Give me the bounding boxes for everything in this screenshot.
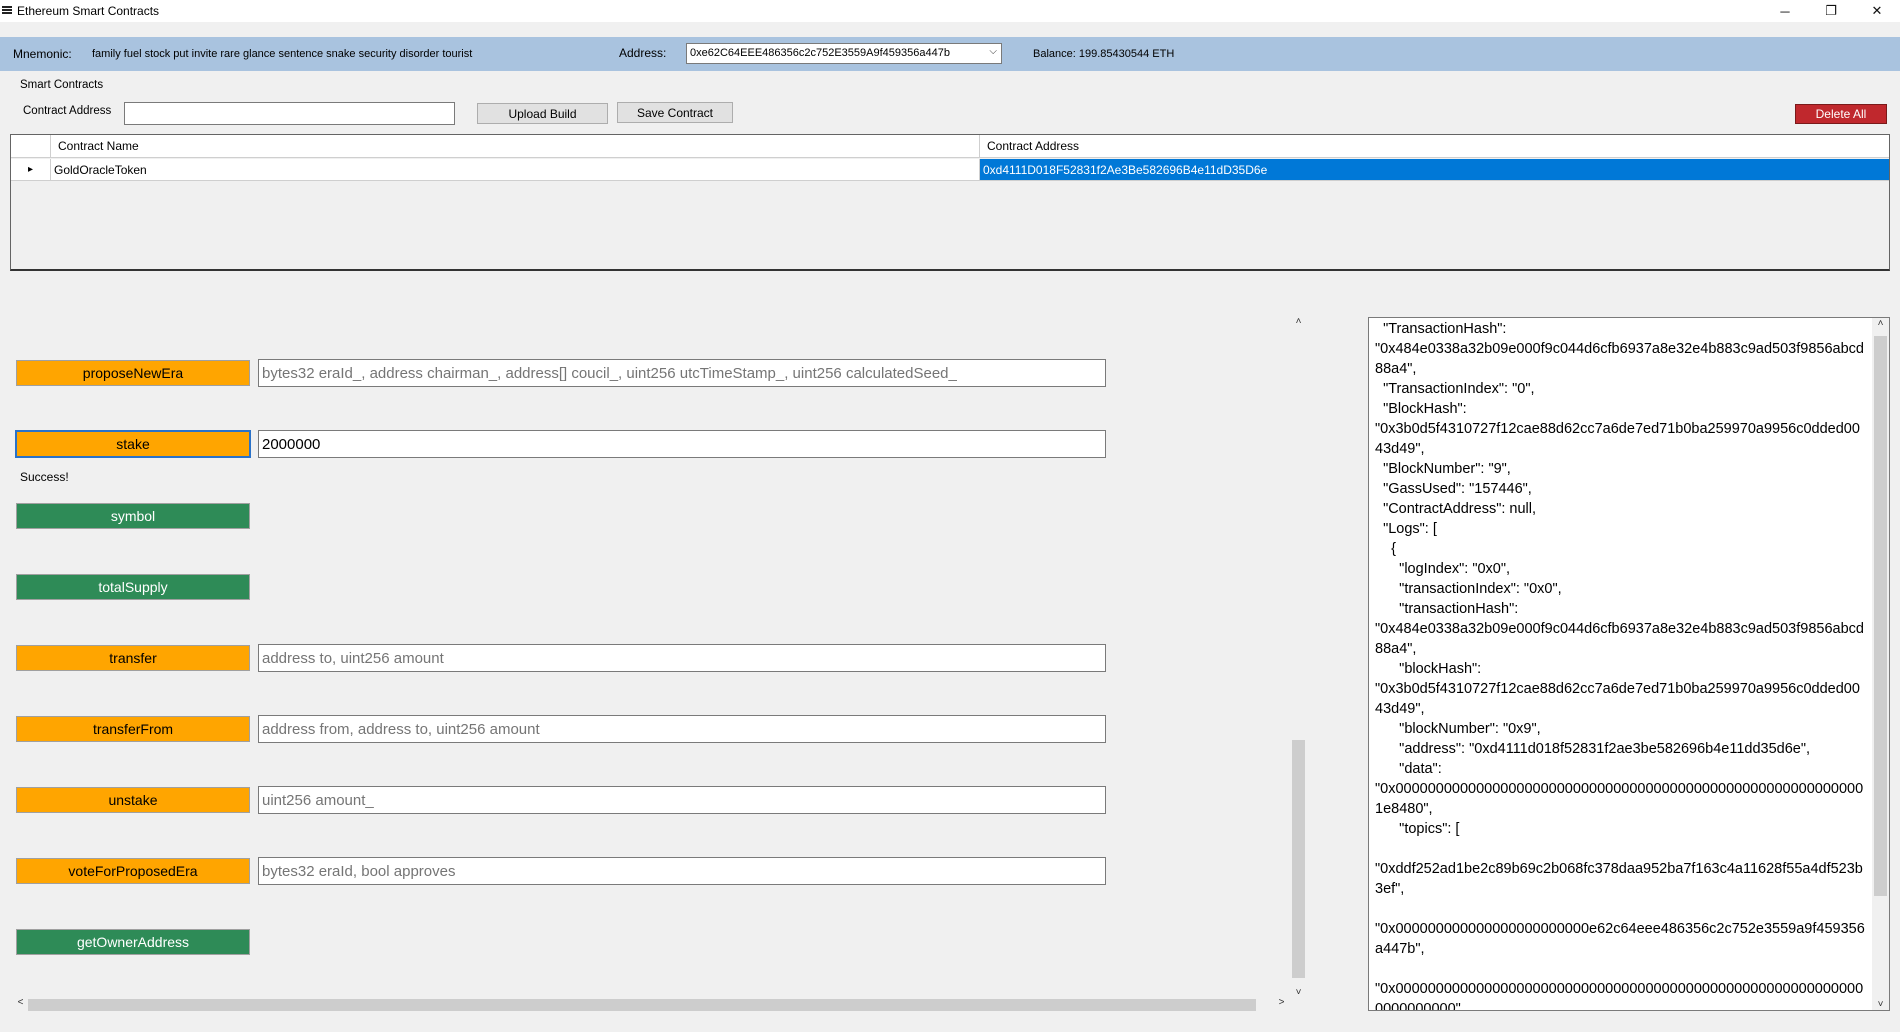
address-select[interactable]: 0xe62C64EEE486356c2c752E3559A9f459356a44… xyxy=(686,43,1002,64)
contract-address-label: Contract Address xyxy=(23,105,112,117)
chevron-down-icon[interactable]: ⌵ xyxy=(989,46,997,57)
transaction-log-text: "TransactionHash": "0x484e0338a32b09e000… xyxy=(1375,321,1865,1011)
smart-contracts-group-label: Smart Contracts xyxy=(20,79,104,91)
fn-button-totalsupply[interactable]: totalSupply xyxy=(16,574,250,600)
delete-all-button[interactable]: Delete All xyxy=(1795,104,1887,124)
grid-header: Contract Name Contract Address xyxy=(11,135,1889,158)
function-panel-horizontal-scrollbar[interactable]: ˂ ˃ xyxy=(12,996,1290,1013)
fn-input-stake[interactable] xyxy=(258,430,1106,458)
row-pointer-icon: ▸ xyxy=(11,159,51,180)
balance-label: Balance: 199.85430544 ETH xyxy=(1033,48,1175,60)
account-bar: Mnemonic: family fuel stock put invite r… xyxy=(0,37,1900,71)
column-header-contract-name[interactable]: Contract Name xyxy=(51,135,980,157)
fn-input-transferfrom[interactable] xyxy=(258,715,1106,743)
address-select-value: 0xe62C64EEE486356c2c752E3559A9f459356a44… xyxy=(690,47,950,59)
log-vertical-scrollbar[interactable]: ˄ ˅ xyxy=(1872,318,1889,1010)
close-icon[interactable]: ✕ xyxy=(1854,0,1900,22)
fn-button-proposenewera[interactable]: proposeNewEra xyxy=(16,360,250,386)
fn-input-proposenewera[interactable] xyxy=(258,359,1106,387)
app-icon xyxy=(2,6,12,16)
row-header-cell xyxy=(11,135,51,157)
scrollbar-thumb[interactable] xyxy=(28,999,1256,1011)
fn-input-transfer[interactable] xyxy=(258,644,1106,672)
scroll-up-icon[interactable]: ˄ xyxy=(1290,316,1307,327)
fn-button-symbol[interactable]: symbol xyxy=(16,503,250,529)
fn-button-getowneraddress[interactable]: getOwnerAddress xyxy=(16,929,250,955)
scroll-down-icon[interactable]: ˅ xyxy=(1872,999,1889,1010)
window-controls: ─ ❐ ✕ xyxy=(1762,0,1900,22)
contracts-grid: Contract Name Contract Address ▸ GoldOra… xyxy=(10,134,1890,271)
window-title: Ethereum Smart Contracts xyxy=(17,4,160,18)
contract-name-cell[interactable]: GoldOracleToken xyxy=(51,159,980,180)
function-panel-vertical-scrollbar[interactable]: ˄ ˅ xyxy=(1290,316,1307,998)
fn-button-unstake[interactable]: unstake xyxy=(16,787,250,813)
fn-button-transfer[interactable]: transfer xyxy=(16,645,250,671)
scroll-down-icon[interactable]: ˅ xyxy=(1290,987,1307,998)
table-row[interactable]: ▸ GoldOracleToken 0xd4111D018F52831f2Ae3… xyxy=(11,159,1889,181)
contract-address-input[interactable] xyxy=(124,102,455,125)
scroll-up-icon[interactable]: ˄ xyxy=(1872,318,1889,329)
minimize-icon[interactable]: ─ xyxy=(1762,0,1808,22)
upload-build-button[interactable]: Upload Build xyxy=(477,103,608,124)
transaction-log-textbox[interactable]: "TransactionHash": "0x484e0338a32b09e000… xyxy=(1368,317,1890,1011)
fn-input-unstake[interactable] xyxy=(258,786,1106,814)
mnemonic-label: Mnemonic: xyxy=(13,47,72,61)
scrollbar-thumb[interactable] xyxy=(1292,740,1305,978)
fn-button-transferfrom[interactable]: transferFrom xyxy=(16,716,250,742)
fn-input-voteforproposedera[interactable] xyxy=(258,857,1106,885)
mnemonic-value: family fuel stock put invite rare glance… xyxy=(92,48,473,60)
title-bar: Ethereum Smart Contracts ─ ❐ ✕ xyxy=(0,0,1900,22)
fn-button-stake[interactable]: stake xyxy=(15,430,251,458)
scroll-right-icon[interactable]: ˃ xyxy=(1273,997,1290,1008)
status-message: Success! xyxy=(20,470,69,484)
column-header-contract-address[interactable]: Contract Address xyxy=(980,135,1889,157)
address-label: Address: xyxy=(619,46,667,60)
fn-button-voteforproposedera[interactable]: voteForProposedEra xyxy=(16,858,250,884)
restore-icon[interactable]: ❐ xyxy=(1808,0,1854,22)
scrollbar-thumb[interactable] xyxy=(1874,336,1887,896)
scroll-left-icon[interactable]: ˂ xyxy=(12,997,29,1008)
save-contract-button[interactable]: Save Contract xyxy=(617,102,733,123)
contract-address-cell[interactable]: 0xd4111D018F52831f2Ae3Be582696B4e11dD35D… xyxy=(980,159,1889,180)
